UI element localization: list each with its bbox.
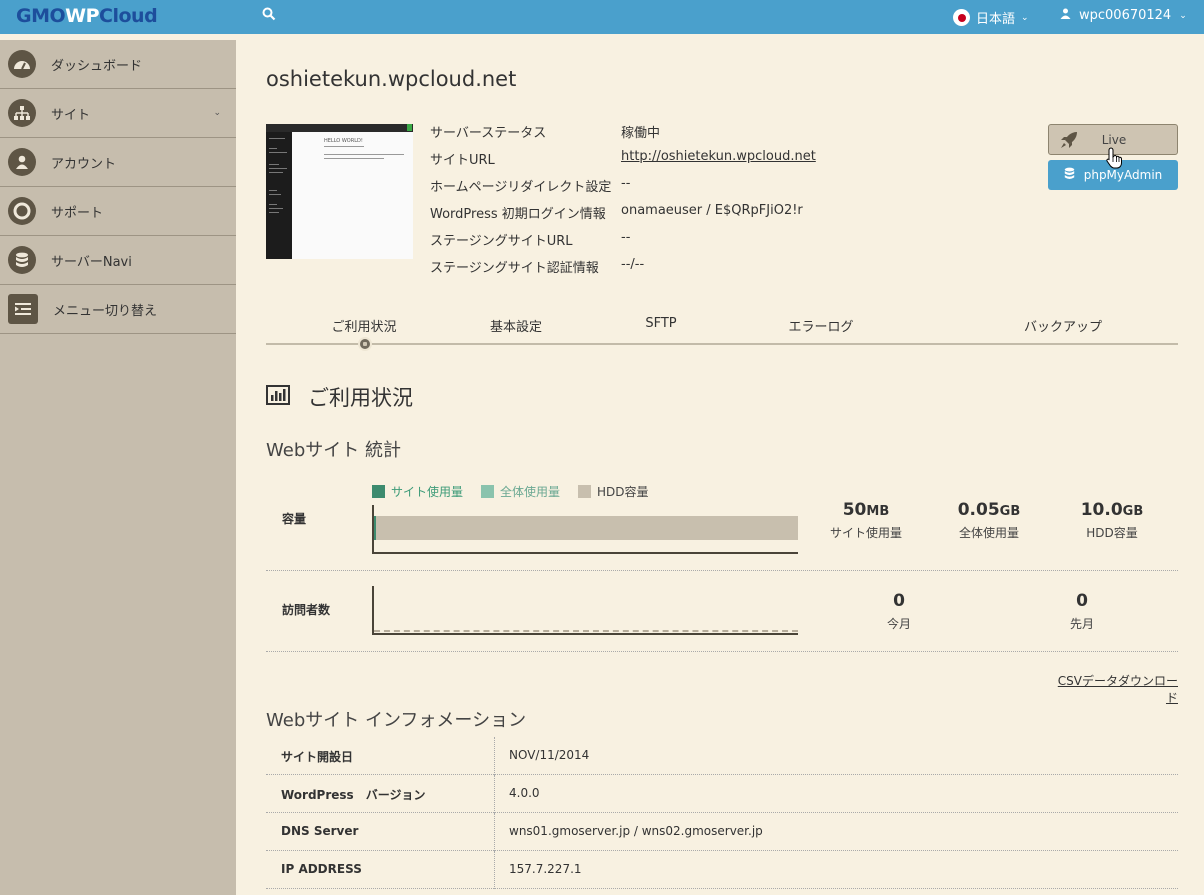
legend-swatch (481, 485, 495, 498)
info-label: サイトURL (430, 153, 495, 168)
sidebar-item-dashboard[interactable]: ダッシュボード (0, 40, 236, 89)
search-icon[interactable] (262, 7, 280, 25)
hdd-capacity-stat: 10.0GB HDD容量 (1080, 500, 1144, 540)
tab-backup[interactable]: バックアップ (1024, 316, 1102, 335)
user-menu[interactable]: wpc00670124 ⌄ (1060, 8, 1187, 23)
language-selector[interactable]: 日本語 ⌄ (953, 8, 1029, 27)
sidebar: ダッシュボード サイト ⌄ アカウント サポート サーバーNavi メニュー切り… (0, 40, 236, 895)
legend-swatch (578, 485, 592, 498)
username: wpc00670124 (1079, 8, 1172, 23)
info-label: ホームページリダイレクト設定 (430, 180, 612, 195)
site-url-link[interactable]: http://oshietekun.wpcloud.net (621, 149, 816, 164)
sidebar-item-support[interactable]: サポート (0, 187, 236, 236)
sidebar-item-label: サポート (51, 205, 104, 221)
tab-sftp[interactable]: SFTP (645, 316, 676, 331)
info-label: ステージングサイトURL (430, 234, 573, 249)
login-info-value: onamaeuser / E$QRpFJiO2!r (621, 203, 803, 218)
table-row: WordPress バージョン 4.0.0 (266, 775, 1178, 813)
csv-download-link[interactable]: CSVデータダウンロード (1046, 672, 1178, 706)
chart-legend: サイト使用量 全体使用量 HDD容量 (372, 483, 649, 500)
hand-cursor-icon (1106, 147, 1123, 173)
tab-bar: ご利用状況 基本設定 SFTP エラーログ バックアップ (266, 316, 1178, 346)
legend-swatch (372, 485, 385, 498)
tab-basic-settings[interactable]: 基本設定 (490, 316, 542, 335)
active-tab-indicator (358, 337, 372, 351)
database-icon (1064, 167, 1075, 183)
legend-item-site-usage: サイト使用量 (372, 483, 463, 500)
preview-heading: HELLO WORLD! (324, 138, 363, 144)
staging-url-value: -- (621, 230, 631, 245)
usage-heading-text: ご利用状況 (308, 386, 413, 410)
hdd-capacity-bar (374, 516, 798, 540)
info-label: ステージングサイト認証情報 (430, 261, 599, 276)
main-content: oshietekun.wpcloud.net HELLO WORLD! サーバー… (236, 40, 1204, 895)
table-row: サイト開設日 NOV/11/2014 (266, 737, 1178, 775)
sidebar-item-site[interactable]: サイト ⌄ (0, 89, 236, 138)
database-icon (8, 246, 36, 274)
sidebar-item-server-navi[interactable]: サーバーNavi (0, 236, 236, 285)
visitors-chart (372, 586, 798, 635)
sitemap-icon (8, 99, 36, 127)
chevron-down-icon: ⌄ (213, 108, 221, 118)
visitors-label: 訪問者数 (282, 603, 331, 617)
user-icon (8, 148, 36, 176)
chevron-down-icon: ⌄ (1021, 12, 1029, 23)
sidebar-item-label: サーバーNavi (51, 254, 132, 270)
total-usage-stat: 0.05GB 全体使用量 (957, 500, 1021, 540)
server-status-value: 稼働中 (621, 126, 661, 141)
visitors-line (374, 630, 798, 632)
logo[interactable]: GMOWPCloud (16, 5, 158, 27)
last-month-visitors-stat: 0 先月 (1069, 591, 1095, 631)
staging-auth-value: --/-- (621, 257, 645, 272)
sidebar-item-label: アカウント (51, 156, 117, 172)
divider (266, 651, 1178, 652)
sidebar-item-menu-toggle[interactable]: メニュー切り替え (0, 285, 236, 334)
page-title: oshietekun.wpcloud.net (266, 67, 517, 91)
site-usage-bar (374, 516, 376, 540)
info-label: WordPress 初期ログイン情報 (430, 207, 606, 222)
table-row: IP ADDRESS 157.7.227.1 (266, 851, 1178, 889)
dashboard-icon (8, 50, 36, 78)
capacity-chart (372, 505, 798, 554)
sidebar-item-account[interactable]: アカウント (0, 138, 236, 187)
menu-toggle-icon (8, 294, 38, 324)
legend-item-total-usage: 全体使用量 (481, 483, 560, 500)
sidebar-item-label: サイト (51, 107, 91, 123)
site-usage-stat: 50MB サイト使用量 (829, 500, 903, 540)
lifebuoy-icon (8, 197, 36, 225)
tab-error-log[interactable]: エラーログ (788, 316, 853, 335)
tab-usage[interactable]: ご利用状況 (331, 316, 396, 335)
sidebar-item-label: メニュー切り替え (53, 303, 158, 319)
user-icon (1060, 8, 1071, 23)
info-label: サーバーステータス (430, 126, 547, 141)
this-month-visitors-stat: 0 今月 (886, 591, 912, 631)
stats-heading: Webサイト 統計 (266, 440, 401, 461)
top-bar: GMOWPCloud 日本語 ⌄ wpc00670124 ⌄ (0, 0, 1204, 34)
divider (266, 570, 1178, 571)
tab-underline (266, 343, 1178, 345)
japan-flag-icon (953, 9, 970, 26)
live-button-label: Live (1101, 133, 1127, 147)
redirect-value: -- (621, 176, 631, 191)
language-label: 日本語 (976, 12, 1016, 27)
site-preview-thumbnail[interactable]: HELLO WORLD! (266, 124, 413, 259)
sidebar-item-label: ダッシュボード (51, 58, 143, 74)
usage-heading: ご利用状況 (266, 382, 413, 412)
capacity-label: 容量 (282, 512, 307, 526)
legend-item-hdd: HDD容量 (578, 483, 649, 500)
table-row: DNS Server wns01.gmoserver.jp / wns02.gm… (266, 813, 1178, 851)
bar-chart-icon (266, 384, 290, 410)
website-info-heading: Webサイト インフォメーション (266, 710, 527, 731)
chevron-down-icon: ⌄ (1179, 10, 1187, 21)
